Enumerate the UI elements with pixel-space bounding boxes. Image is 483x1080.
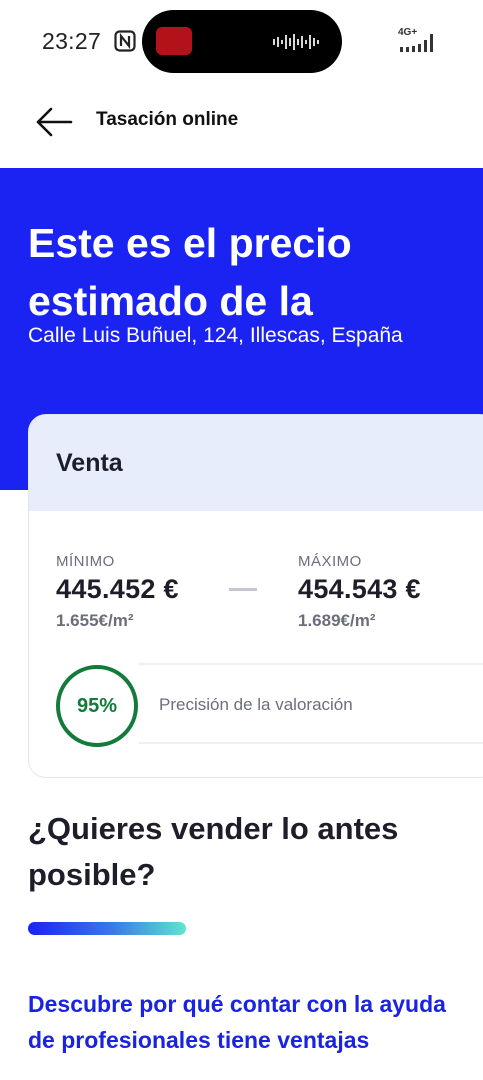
min-price-block: MÍNIMO 445.452 € 1.655€/m²	[56, 553, 179, 631]
precision-label: Precisión de la valoración	[159, 695, 353, 714]
max-price: 454.543 €	[298, 574, 421, 604]
valuation-type: Venta	[56, 449, 123, 477]
dynamic-island[interactable]	[142, 10, 342, 73]
min-price: 445.452 €	[56, 574, 179, 604]
range-separator	[229, 588, 257, 591]
signal-icon	[400, 34, 433, 52]
page-title: Tasación online	[96, 109, 239, 130]
valuation-card-header: Venta	[29, 415, 483, 511]
app-header: Tasación online	[0, 84, 483, 168]
precision-badge: 95%	[56, 665, 138, 747]
min-label: MÍNIMO	[56, 553, 115, 570]
media-thumbnail	[156, 27, 192, 55]
valuation-card: Venta MÍNIMO 445.452 € 1.655€/m² MÁXIMO …	[28, 414, 483, 778]
divider	[139, 742, 483, 744]
precision-value: 95%	[76, 694, 118, 717]
divider	[139, 663, 483, 665]
back-button[interactable]	[30, 102, 78, 142]
audio-wave-icon	[273, 34, 319, 50]
valuation-screen: 23:27 4G+ Tasación online Este es el pre…	[0, 0, 483, 1080]
status-time: 23:27	[42, 28, 102, 54]
sell-section-title: ¿Quieres vender lo antes posible?	[28, 811, 399, 892]
status-bar: 23:27 4G+	[0, 0, 483, 84]
max-label: MÁXIMO	[298, 553, 362, 570]
property-address: Calle Luis Buñuel, 124, Illescas, España	[28, 324, 403, 347]
min-price-per-sqm: 1.655€/m²	[56, 611, 134, 630]
professional-advice-link[interactable]: Descubre por qué contar con la ayuda de …	[28, 986, 448, 1058]
max-price-block: MÁXIMO 454.543 € 1.689€/m²	[298, 553, 421, 631]
max-price-per-sqm: 1.689€/m²	[298, 611, 376, 630]
nfc-icon	[114, 30, 136, 52]
decorative-gradient-bar	[28, 922, 186, 935]
arrow-left-icon	[36, 107, 73, 137]
hero-title: Este es el precio estimado de la	[28, 220, 352, 324]
